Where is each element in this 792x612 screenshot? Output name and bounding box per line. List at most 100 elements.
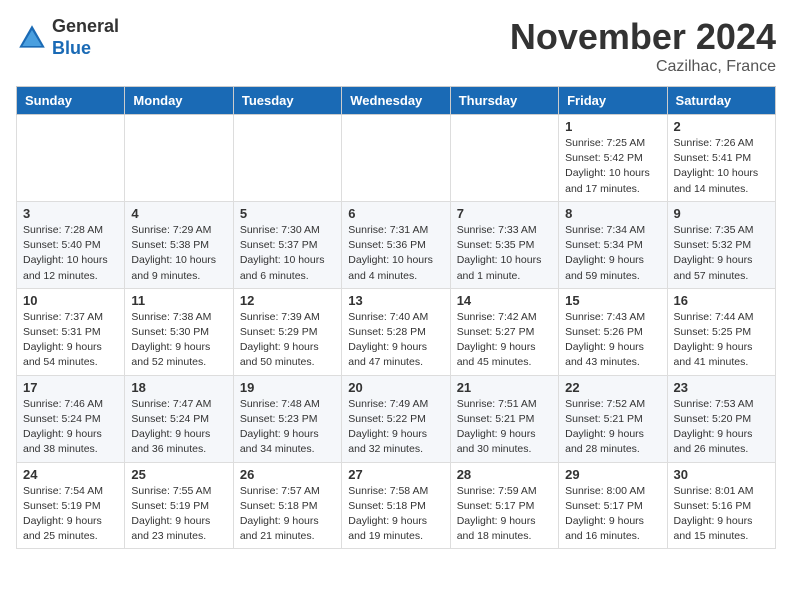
calendar-cell: 27 Sunrise: 7:58 AM Sunset: 5:18 PM Dayl…: [342, 462, 450, 549]
calendar-cell: 26 Sunrise: 7:57 AM Sunset: 5:18 PM Dayl…: [233, 462, 341, 549]
calendar-cell: 28 Sunrise: 7:59 AM Sunset: 5:17 PM Dayl…: [450, 462, 558, 549]
logo-line2: Blue: [52, 38, 119, 60]
day-info: Sunrise: 7:38 AM Sunset: 5:30 PM Dayligh…: [131, 310, 226, 371]
day-number: 10: [23, 293, 118, 308]
calendar-cell: 15 Sunrise: 7:43 AM Sunset: 5:26 PM Dayl…: [559, 288, 667, 375]
day-info: Sunrise: 7:55 AM Sunset: 5:19 PM Dayligh…: [131, 484, 226, 545]
day-info: Sunrise: 7:29 AM Sunset: 5:38 PM Dayligh…: [131, 223, 226, 284]
calendar-cell: 21 Sunrise: 7:51 AM Sunset: 5:21 PM Dayl…: [450, 375, 558, 462]
day-info: Sunrise: 7:37 AM Sunset: 5:31 PM Dayligh…: [23, 310, 118, 371]
calendar-cell: 4 Sunrise: 7:29 AM Sunset: 5:38 PM Dayli…: [125, 201, 233, 288]
calendar-cell: 6 Sunrise: 7:31 AM Sunset: 5:36 PM Dayli…: [342, 201, 450, 288]
day-info: Sunrise: 7:51 AM Sunset: 5:21 PM Dayligh…: [457, 397, 552, 458]
day-info: Sunrise: 7:39 AM Sunset: 5:29 PM Dayligh…: [240, 310, 335, 371]
calendar-cell: 7 Sunrise: 7:33 AM Sunset: 5:35 PM Dayli…: [450, 201, 558, 288]
col-monday: Monday: [125, 87, 233, 115]
calendar-cell: 19 Sunrise: 7:48 AM Sunset: 5:23 PM Dayl…: [233, 375, 341, 462]
calendar-cell: 9 Sunrise: 7:35 AM Sunset: 5:32 PM Dayli…: [667, 201, 775, 288]
calendar-cell: 22 Sunrise: 7:52 AM Sunset: 5:21 PM Dayl…: [559, 375, 667, 462]
day-number: 18: [131, 380, 226, 395]
calendar-cell: 1 Sunrise: 7:25 AM Sunset: 5:42 PM Dayli…: [559, 115, 667, 202]
calendar-cell: [450, 115, 558, 202]
calendar-cell: 3 Sunrise: 7:28 AM Sunset: 5:40 PM Dayli…: [17, 201, 125, 288]
col-friday: Friday: [559, 87, 667, 115]
day-info: Sunrise: 7:54 AM Sunset: 5:19 PM Dayligh…: [23, 484, 118, 545]
col-tuesday: Tuesday: [233, 87, 341, 115]
day-number: 13: [348, 293, 443, 308]
day-number: 25: [131, 467, 226, 482]
logo-icon: [16, 22, 48, 54]
calendar-cell: 17 Sunrise: 7:46 AM Sunset: 5:24 PM Dayl…: [17, 375, 125, 462]
calendar-cell: 12 Sunrise: 7:39 AM Sunset: 5:29 PM Dayl…: [233, 288, 341, 375]
day-info: Sunrise: 7:47 AM Sunset: 5:24 PM Dayligh…: [131, 397, 226, 458]
calendar-cell: [233, 115, 341, 202]
day-number: 16: [674, 293, 769, 308]
day-info: Sunrise: 7:33 AM Sunset: 5:35 PM Dayligh…: [457, 223, 552, 284]
calendar-table: Sunday Monday Tuesday Wednesday Thursday…: [16, 86, 776, 549]
day-number: 4: [131, 206, 226, 221]
calendar-cell: 20 Sunrise: 7:49 AM Sunset: 5:22 PM Dayl…: [342, 375, 450, 462]
day-info: Sunrise: 7:48 AM Sunset: 5:23 PM Dayligh…: [240, 397, 335, 458]
day-number: 11: [131, 293, 226, 308]
calendar-cell: 13 Sunrise: 7:40 AM Sunset: 5:28 PM Dayl…: [342, 288, 450, 375]
calendar-week-4: 17 Sunrise: 7:46 AM Sunset: 5:24 PM Dayl…: [17, 375, 776, 462]
day-number: 21: [457, 380, 552, 395]
day-info: Sunrise: 8:00 AM Sunset: 5:17 PM Dayligh…: [565, 484, 660, 545]
calendar-cell: 5 Sunrise: 7:30 AM Sunset: 5:37 PM Dayli…: [233, 201, 341, 288]
title-area: November 2024 Cazilhac, France: [510, 16, 776, 76]
day-info: Sunrise: 7:49 AM Sunset: 5:22 PM Dayligh…: [348, 397, 443, 458]
calendar-week-1: 1 Sunrise: 7:25 AM Sunset: 5:42 PM Dayli…: [17, 115, 776, 202]
day-info: Sunrise: 7:44 AM Sunset: 5:25 PM Dayligh…: [674, 310, 769, 371]
calendar-week-5: 24 Sunrise: 7:54 AM Sunset: 5:19 PM Dayl…: [17, 462, 776, 549]
logo-text: General Blue: [52, 16, 119, 59]
day-number: 2: [674, 119, 769, 134]
day-number: 6: [348, 206, 443, 221]
calendar-header-row: Sunday Monday Tuesday Wednesday Thursday…: [17, 87, 776, 115]
day-info: Sunrise: 7:28 AM Sunset: 5:40 PM Dayligh…: [23, 223, 118, 284]
calendar-cell: 30 Sunrise: 8:01 AM Sunset: 5:16 PM Dayl…: [667, 462, 775, 549]
day-info: Sunrise: 7:34 AM Sunset: 5:34 PM Dayligh…: [565, 223, 660, 284]
day-info: Sunrise: 7:31 AM Sunset: 5:36 PM Dayligh…: [348, 223, 443, 284]
day-number: 8: [565, 206, 660, 221]
day-number: 7: [457, 206, 552, 221]
month-title: November 2024: [510, 16, 776, 58]
day-info: Sunrise: 7:46 AM Sunset: 5:24 PM Dayligh…: [23, 397, 118, 458]
day-number: 27: [348, 467, 443, 482]
day-info: Sunrise: 7:53 AM Sunset: 5:20 PM Dayligh…: [674, 397, 769, 458]
col-sunday: Sunday: [17, 87, 125, 115]
day-number: 19: [240, 380, 335, 395]
day-number: 17: [23, 380, 118, 395]
calendar-cell: 25 Sunrise: 7:55 AM Sunset: 5:19 PM Dayl…: [125, 462, 233, 549]
calendar-week-3: 10 Sunrise: 7:37 AM Sunset: 5:31 PM Dayl…: [17, 288, 776, 375]
day-info: Sunrise: 7:52 AM Sunset: 5:21 PM Dayligh…: [565, 397, 660, 458]
day-number: 9: [674, 206, 769, 221]
day-info: Sunrise: 7:35 AM Sunset: 5:32 PM Dayligh…: [674, 223, 769, 284]
day-number: 30: [674, 467, 769, 482]
col-thursday: Thursday: [450, 87, 558, 115]
logo-line1: General: [52, 16, 119, 38]
day-info: Sunrise: 7:25 AM Sunset: 5:42 PM Dayligh…: [565, 136, 660, 197]
day-number: 1: [565, 119, 660, 134]
day-info: Sunrise: 7:26 AM Sunset: 5:41 PM Dayligh…: [674, 136, 769, 197]
day-number: 29: [565, 467, 660, 482]
day-info: Sunrise: 7:59 AM Sunset: 5:17 PM Dayligh…: [457, 484, 552, 545]
day-number: 28: [457, 467, 552, 482]
calendar-cell: [342, 115, 450, 202]
col-saturday: Saturday: [667, 87, 775, 115]
day-number: 22: [565, 380, 660, 395]
day-number: 12: [240, 293, 335, 308]
day-number: 15: [565, 293, 660, 308]
calendar-cell: [17, 115, 125, 202]
calendar-cell: 23 Sunrise: 7:53 AM Sunset: 5:20 PM Dayl…: [667, 375, 775, 462]
day-info: Sunrise: 7:42 AM Sunset: 5:27 PM Dayligh…: [457, 310, 552, 371]
page-header: General Blue November 2024 Cazilhac, Fra…: [16, 16, 776, 76]
calendar-cell: 24 Sunrise: 7:54 AM Sunset: 5:19 PM Dayl…: [17, 462, 125, 549]
day-info: Sunrise: 7:40 AM Sunset: 5:28 PM Dayligh…: [348, 310, 443, 371]
day-number: 5: [240, 206, 335, 221]
day-number: 23: [674, 380, 769, 395]
logo: General Blue: [16, 16, 119, 59]
calendar-cell: 8 Sunrise: 7:34 AM Sunset: 5:34 PM Dayli…: [559, 201, 667, 288]
day-number: 20: [348, 380, 443, 395]
calendar-cell: 29 Sunrise: 8:00 AM Sunset: 5:17 PM Dayl…: [559, 462, 667, 549]
location: Cazilhac, France: [510, 58, 776, 76]
